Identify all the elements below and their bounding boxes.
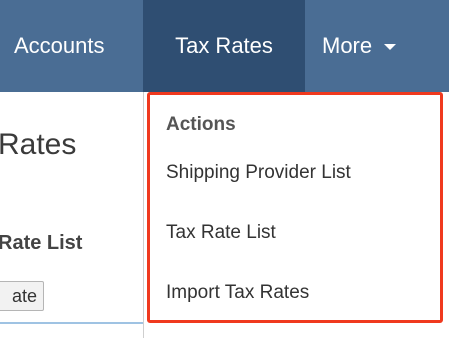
menu-item-label: Tax Rate List bbox=[166, 222, 276, 243]
nav-tab-tax-rates[interactable]: Tax Rates bbox=[143, 0, 305, 92]
dropdown-header-actions: Actions bbox=[166, 114, 236, 135]
menu-item-tax-rate-list[interactable]: Tax Rate List bbox=[166, 218, 276, 248]
partial-button-label: ate bbox=[11, 285, 37, 306]
top-navbar: Accounts Tax Rates More bbox=[0, 0, 449, 92]
nav-tab-accounts[interactable]: Accounts bbox=[14, 0, 105, 92]
menu-item-label: Shipping Provider List bbox=[166, 162, 351, 183]
menu-item-shipping-provider-list[interactable]: Shipping Provider List bbox=[166, 158, 351, 188]
page-title: Rates bbox=[0, 128, 77, 161]
nav-more-label: More bbox=[322, 33, 373, 58]
nav-more-menu[interactable]: More bbox=[322, 0, 397, 92]
page: Accounts Tax Rates More Rates Rate List … bbox=[0, 0, 449, 338]
menu-item-import-tax-rates[interactable]: Import Tax Rates bbox=[166, 278, 309, 308]
menu-item-label: Import Tax Rates bbox=[166, 282, 310, 303]
nav-tab-tax-rates-label: Tax Rates bbox=[175, 33, 273, 58]
divider bbox=[0, 322, 150, 324]
list-subheading: Rate List bbox=[0, 232, 83, 254]
nav-tab-accounts-label: Accounts bbox=[14, 33, 105, 58]
caret-down-icon bbox=[384, 44, 397, 50]
partial-button[interactable]: ate bbox=[0, 281, 44, 311]
